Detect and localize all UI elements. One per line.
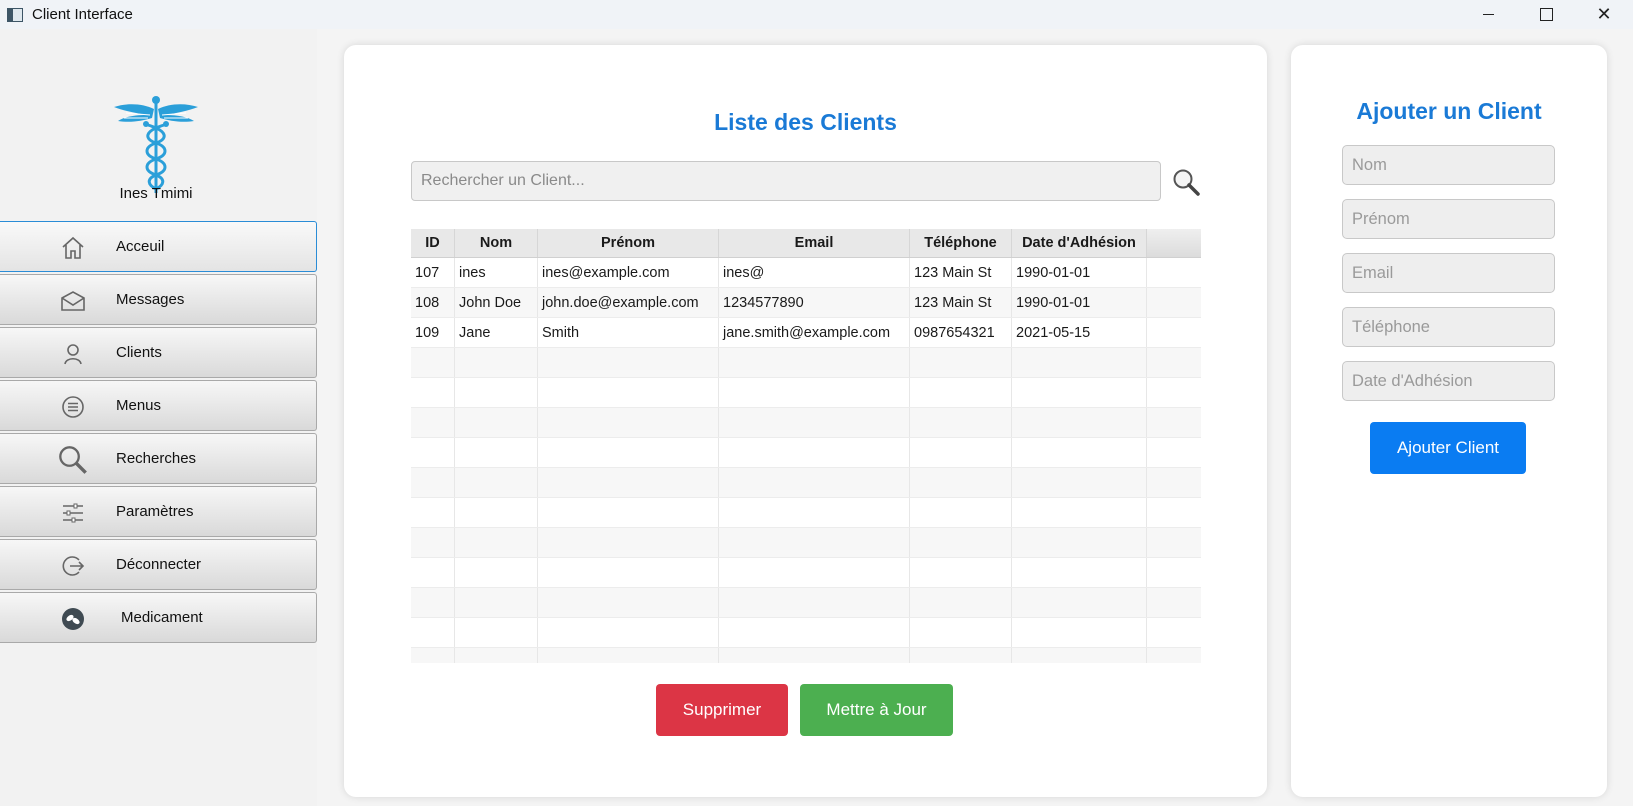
clients-list-title: Liste des Clients [714, 109, 897, 135]
table-cell [1147, 288, 1201, 317]
sidebar-item-recherches[interactable]: Recherches [0, 433, 317, 484]
delete-button[interactable]: Supprimer [656, 684, 788, 736]
empty-table-row [411, 558, 1201, 588]
table-cell: 1990-01-01 [1012, 258, 1147, 287]
add-client-title: Ajouter un Client [1356, 98, 1542, 124]
clients-table[interactable]: ID Nom Prénom Email Téléphone Date d'Adh… [411, 229, 1201, 663]
column-header-email[interactable]: Email [719, 229, 910, 257]
table-cell: 107 [411, 258, 455, 287]
empty-table-row [411, 378, 1201, 408]
sidebar-item-medicament[interactable]: Medicament [0, 592, 317, 643]
sidebar-item-label: Paramètres [116, 503, 194, 520]
search-button-icon[interactable] [1171, 167, 1201, 197]
empty-table-row [411, 408, 1201, 438]
window-title: Client Interface [32, 6, 133, 23]
sidebar-item-label: Déconnecter [116, 556, 202, 573]
empty-table-row [411, 438, 1201, 468]
sidebar-item-deconnecter[interactable]: Déconnecter [0, 539, 317, 590]
table-row[interactable]: 107 ines ines@example.com ines@ 123 Main… [411, 258, 1201, 288]
sidebar-item-label: Menus [116, 397, 162, 414]
table-cell [1147, 318, 1201, 347]
envelope-icon [61, 291, 85, 311]
table-cell: john.doe@example.com [538, 288, 719, 317]
table-cell: ines@example.com [538, 258, 719, 287]
table-cell: 1990-01-01 [1012, 288, 1147, 317]
empty-table-row [411, 498, 1201, 528]
table-cell: 109 [411, 318, 455, 347]
table-cell: 2021-05-15 [1012, 318, 1147, 347]
add-client-panel: Ajouter un Client Ajouter Client [1291, 45, 1607, 797]
sidebar-item-label: Recherches [116, 450, 197, 467]
sliders-icon [63, 503, 83, 523]
sidebar: Ines Tmimi Acceuil Messages Clients Menu… [0, 29, 317, 806]
user-name: Ines Tmimi [119, 185, 193, 202]
minimize-button[interactable] [1459, 0, 1517, 29]
caduceus-logo-icon [114, 96, 198, 193]
table-cell: Jane [455, 318, 538, 347]
table-cell: 123 Main St [910, 288, 1012, 317]
maximize-button[interactable] [1517, 0, 1575, 29]
menu-icon [62, 396, 84, 418]
sidebar-item-parametres[interactable]: Paramètres [0, 486, 317, 537]
table-cell: John Doe [455, 288, 538, 317]
table-row[interactable]: 109 Jane Smith jane.smith@example.com 09… [411, 318, 1201, 348]
empty-table-row [411, 618, 1201, 648]
table-cell: Smith [538, 318, 719, 347]
window-controls: ✕ [1459, 0, 1633, 29]
app-icon [7, 7, 23, 22]
sidebar-item-label: Messages [116, 291, 185, 308]
email-field[interactable] [1342, 253, 1555, 293]
table-cell: jane.smith@example.com [719, 318, 910, 347]
empty-table-row [411, 648, 1201, 663]
add-client-button[interactable]: Ajouter Client [1370, 422, 1526, 474]
prenom-field[interactable] [1342, 199, 1555, 239]
nom-field[interactable] [1342, 145, 1555, 185]
column-header-date[interactable]: Date d'Adhésion [1012, 229, 1147, 257]
table-header: ID Nom Prénom Email Téléphone Date d'Adh… [411, 229, 1201, 258]
sidebar-item-messages[interactable]: Messages [0, 274, 317, 325]
table-cell: 108 [411, 288, 455, 317]
table-cell [1147, 258, 1201, 287]
client-search-input[interactable] [411, 161, 1161, 201]
empty-table-row [411, 528, 1201, 558]
column-header-telephone[interactable]: Téléphone [910, 229, 1012, 257]
sidebar-item-label: Clients [116, 344, 162, 361]
column-header-id[interactable]: ID [411, 229, 455, 257]
sidebar-item-menus[interactable]: Menus [0, 380, 317, 431]
column-header-filler [1147, 229, 1201, 257]
table-cell: ines [455, 258, 538, 287]
empty-table-row [411, 468, 1201, 498]
sidebar-item-acceuil[interactable]: Acceuil [0, 221, 317, 272]
empty-table-row [411, 588, 1201, 618]
sidebar-item-label: Medicament [121, 609, 203, 626]
table-cell: 0987654321 [910, 318, 1012, 347]
pills-icon [62, 608, 84, 630]
search-icon [59, 446, 87, 474]
logout-icon [62, 556, 85, 576]
column-header-prenom[interactable]: Prénom [538, 229, 719, 257]
close-button[interactable]: ✕ [1575, 0, 1633, 29]
column-header-nom[interactable]: Nom [455, 229, 538, 257]
title-bar: Client Interface ✕ [0, 0, 1633, 29]
clients-list-panel: Liste des Clients ID Nom Prénom Email Té… [344, 45, 1267, 797]
sidebar-nav: Acceuil Messages Clients Menus Recherche… [0, 221, 317, 645]
table-cell: 1234577890 [719, 288, 910, 317]
table-row[interactable]: 108 John Doe john.doe@example.com 123457… [411, 288, 1201, 318]
empty-table-row [411, 348, 1201, 378]
date-adhesion-field[interactable] [1342, 361, 1555, 401]
home-icon [62, 236, 84, 259]
user-icon [64, 344, 82, 365]
update-button[interactable]: Mettre à Jour [800, 684, 953, 736]
table-cell: 123 Main St [910, 258, 1012, 287]
telephone-field[interactable] [1342, 307, 1555, 347]
sidebar-item-clients[interactable]: Clients [0, 327, 317, 378]
table-body: 107 ines ines@example.com ines@ 123 Main… [411, 258, 1201, 663]
sidebar-item-label: Acceuil [116, 238, 165, 255]
table-cell: ines@ [719, 258, 910, 287]
